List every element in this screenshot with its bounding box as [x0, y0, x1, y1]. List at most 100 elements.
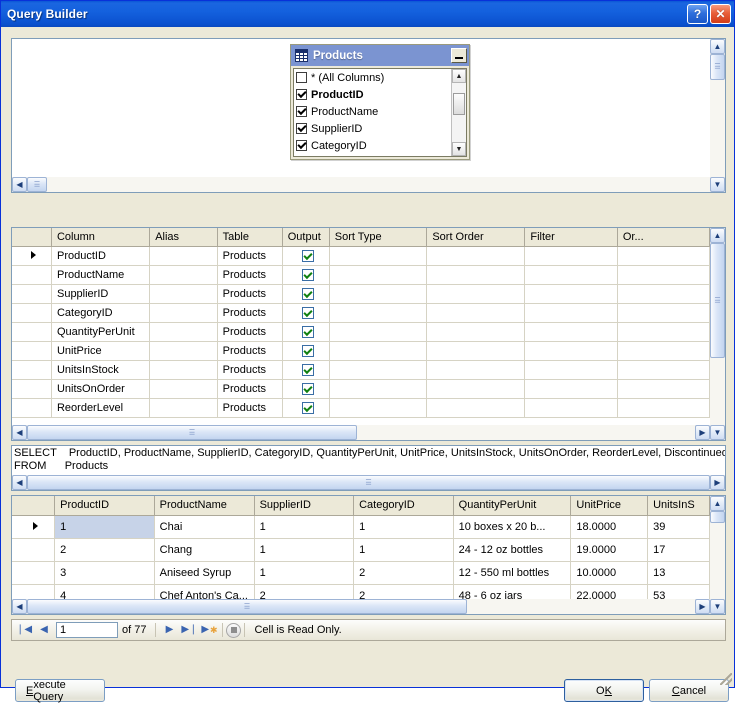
row-selector[interactable]	[12, 538, 56, 562]
criteria-column-header[interactable]: Or...	[617, 228, 710, 247]
criteria-row[interactable]: ProductID Products	[12, 245, 710, 266]
scroll-left-icon[interactable]: ◀	[12, 475, 27, 490]
diagram-hscrollbar[interactable]: ◀ ☰	[12, 177, 710, 192]
table-column-row[interactable]: CategoryID	[294, 137, 451, 154]
criteria-cell-or[interactable]	[617, 341, 710, 361]
criteria-cell-output[interactable]	[282, 265, 330, 285]
criteria-cell-alias[interactable]	[149, 303, 218, 323]
criteria-cell-sort-order[interactable]	[426, 303, 526, 323]
scroll-down-icon[interactable]: ▼	[452, 142, 466, 156]
last-record-button[interactable]: ▶❘	[179, 621, 199, 639]
output-checkbox[interactable]	[302, 268, 315, 281]
results-cell[interactable]: 10 boxes x 20 b...	[453, 515, 572, 539]
criteria-cell-table[interactable]: Products	[217, 341, 283, 361]
cancel-button[interactable]: Cancel	[649, 679, 729, 702]
criteria-cell-or[interactable]	[617, 360, 710, 380]
scroll-down-icon[interactable]: ▼	[710, 425, 725, 440]
criteria-cell-alias[interactable]	[149, 265, 218, 285]
results-cell[interactable]: 4	[54, 584, 155, 599]
resize-grip-icon[interactable]	[720, 673, 732, 685]
results-hscrollbar[interactable]: ◀ ☰ ▶	[12, 599, 710, 614]
criteria-cell-filter[interactable]	[524, 398, 618, 418]
criteria-cell-filter[interactable]	[524, 284, 618, 304]
criteria-cell-output[interactable]	[282, 246, 330, 266]
criteria-row[interactable]: ProductName Products	[12, 265, 710, 285]
table-box-header[interactable]: Products	[291, 45, 469, 66]
criteria-cell-output[interactable]	[282, 379, 330, 399]
results-cell[interactable]: 13	[647, 561, 710, 585]
results-vscroll-thumb[interactable]	[710, 511, 725, 523]
criteria-cell-filter[interactable]	[524, 379, 618, 399]
first-record-button[interactable]: ❘◀	[14, 621, 34, 639]
results-cell[interactable]: 10.0000	[570, 561, 649, 585]
results-cell[interactable]: Chai	[154, 515, 255, 539]
results-hscroll-thumb[interactable]: ☰	[27, 599, 467, 614]
results-row[interactable]: 1 Chai 1 1 10 boxes x 20 b... 18.0000 39	[12, 514, 710, 539]
criteria-cell-or[interactable]	[617, 322, 710, 342]
criteria-cell-column[interactable]: ProductName	[51, 265, 151, 285]
criteria-cell-sort-type[interactable]	[329, 284, 428, 304]
results-cell[interactable]: 12 - 550 ml bottles	[453, 561, 572, 585]
criteria-row[interactable]: UnitsOnOrder Products	[12, 379, 710, 399]
results-cell[interactable]: 1	[254, 515, 355, 539]
criteria-cell-sort-order[interactable]	[426, 398, 526, 418]
scroll-right-icon[interactable]: ▶	[710, 475, 725, 490]
criteria-grid-table[interactable]: Column Alias Table Output Sort Type Sort Orde…	[12, 228, 710, 418]
criteria-cell-sort-order[interactable]	[426, 246, 526, 266]
criteria-cell-column[interactable]: ProductID	[50, 245, 151, 266]
criteria-cell-table[interactable]: Products	[217, 322, 283, 342]
criteria-cell-sort-type[interactable]	[329, 398, 428, 418]
criteria-cell-column[interactable]: UnitsOnOrder	[51, 379, 151, 399]
results-column-header[interactable]: CategoryID	[353, 496, 454, 516]
criteria-cell-column[interactable]: UnitPrice	[51, 341, 151, 361]
criteria-cell-column[interactable]: ReorderLevel	[51, 398, 151, 418]
criteria-cell-or[interactable]	[617, 265, 710, 285]
criteria-column-header[interactable]: Sort Type	[329, 228, 428, 247]
criteria-vscroll-track[interactable]: ☰	[710, 243, 725, 425]
criteria-cell-alias[interactable]	[149, 284, 218, 304]
scroll-up-icon[interactable]: ▲	[452, 69, 466, 83]
criteria-cell-table[interactable]: Products	[217, 360, 283, 380]
diagram-hscroll-track[interactable]: ☰	[27, 177, 710, 192]
results-column-header[interactable]: UnitPrice	[570, 496, 649, 516]
results-cell[interactable]: 1	[54, 514, 155, 539]
output-checkbox[interactable]	[302, 363, 315, 376]
criteria-column-header[interactable]: Alias	[149, 228, 218, 247]
criteria-cell-filter[interactable]	[524, 303, 618, 323]
criteria-grid-body[interactable]: Column Alias Table Output Sort Type Sort Orde…	[12, 228, 710, 425]
table-column-row[interactable]: ProductName	[294, 103, 451, 120]
row-selector[interactable]	[12, 265, 52, 285]
table-column-row[interactable]: ProductID	[294, 86, 451, 103]
output-checkbox[interactable]	[302, 344, 315, 357]
column-checkbox[interactable]	[296, 123, 307, 134]
output-checkbox[interactable]	[302, 401, 315, 414]
sql-hscrollbar[interactable]: ◀ ☰ ▶	[12, 475, 725, 490]
scroll-down-icon[interactable]: ▼	[710, 177, 725, 192]
column-checkbox[interactable]	[296, 140, 307, 151]
output-checkbox[interactable]	[302, 249, 315, 262]
criteria-cell-sort-order[interactable]	[426, 360, 526, 380]
column-checkbox[interactable]	[296, 89, 307, 100]
results-column-header[interactable]: UnitsInS	[647, 496, 710, 516]
results-cell[interactable]: 48 - 6 oz jars	[453, 584, 572, 599]
criteria-cell-sort-order[interactable]	[426, 379, 526, 399]
criteria-cell-output[interactable]	[282, 398, 330, 418]
table-box-scroll-thumb[interactable]	[453, 93, 465, 115]
table-box-products[interactable]: Products * (All Columns) ProductID Product…	[290, 44, 470, 160]
criteria-cell-alias[interactable]	[149, 246, 218, 266]
sql-hscroll-thumb[interactable]: ☰	[27, 475, 710, 490]
row-selector[interactable]	[12, 515, 56, 539]
output-checkbox[interactable]	[302, 382, 315, 395]
criteria-cell-sort-type[interactable]	[329, 303, 428, 323]
criteria-cell-alias[interactable]	[149, 379, 218, 399]
results-column-header[interactable]: ProductID	[54, 496, 155, 516]
scroll-up-icon[interactable]: ▲	[710, 39, 725, 54]
results-cell[interactable]: 22.0000	[570, 584, 649, 599]
row-selector[interactable]	[12, 341, 52, 361]
criteria-row[interactable]: ReorderLevel Products	[12, 398, 710, 418]
new-record-button[interactable]: ▶ ✱	[199, 621, 219, 639]
criteria-hscrollbar[interactable]: ◀ ☰ ▶	[12, 425, 710, 440]
scroll-left-icon[interactable]: ◀	[12, 599, 27, 614]
execute-query-button[interactable]: Execute Query	[15, 679, 105, 703]
criteria-cell-sort-type[interactable]	[329, 341, 428, 361]
